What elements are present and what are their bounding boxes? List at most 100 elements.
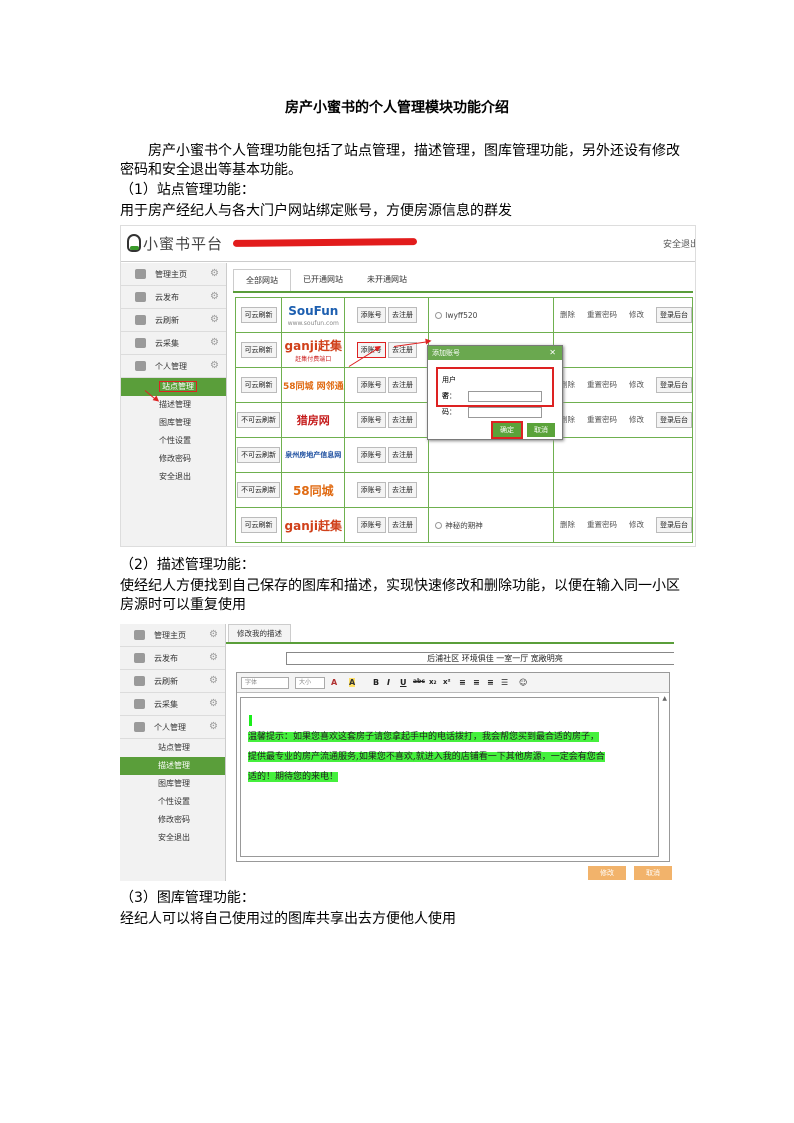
register-button[interactable]: 去注册 bbox=[388, 412, 418, 428]
reset-password-link[interactable]: 重置密码 bbox=[587, 380, 617, 389]
sidebar-item-home[interactable]: 管理主页 ⚙ bbox=[120, 624, 225, 647]
site-logo: 猎房网 bbox=[296, 414, 330, 427]
sidebar-sub-personal[interactable]: 个性设置 bbox=[120, 793, 225, 811]
login-backend-button[interactable]: 登录后台 bbox=[655, 517, 692, 533]
site-logo: SouFun bbox=[288, 303, 339, 318]
cancel-button[interactable]: 取消 bbox=[634, 866, 672, 880]
sidebar-item-collect[interactable]: 云采集 ⚙ bbox=[120, 693, 225, 716]
sidebar-sub-password[interactable]: 修改密码 bbox=[121, 450, 226, 468]
register-button[interactable]: 去注册 bbox=[388, 447, 418, 463]
sidebar-item-publish[interactable]: 云发布 ⚙ bbox=[121, 286, 226, 309]
add-account-button[interactable]: 添账号 bbox=[356, 517, 386, 533]
share-icon bbox=[134, 653, 145, 663]
bold-icon[interactable]: B bbox=[373, 678, 379, 687]
delete-link[interactable]: 删除 bbox=[560, 520, 575, 529]
register-button[interactable]: 去注册 bbox=[388, 482, 418, 498]
tab-unopened-sites[interactable]: 未开通网站 bbox=[355, 269, 419, 291]
align-right-icon[interactable]: ≡ bbox=[487, 678, 494, 687]
login-backend-button[interactable]: 登录后台 bbox=[655, 412, 692, 428]
login-backend-button[interactable]: 登录后台 bbox=[655, 307, 692, 323]
list-icon[interactable]: ☰ bbox=[501, 678, 508, 687]
reset-password-link[interactable]: 重置密码 bbox=[587, 520, 617, 529]
refresh-status-button[interactable]: 可云刷新 bbox=[240, 307, 277, 323]
sidebar-item-collect[interactable]: 云采集 ⚙ bbox=[121, 332, 226, 355]
refresh-status-button[interactable]: 不可云刷新 bbox=[237, 447, 281, 463]
sidebar-sub-desc[interactable]: 描述管理 bbox=[120, 757, 225, 775]
delete-link[interactable]: 删除 bbox=[560, 310, 575, 319]
sidebar-sub-password[interactable]: 修改密码 bbox=[120, 811, 225, 829]
refresh-status-button[interactable]: 可云刷新 bbox=[240, 517, 277, 533]
site-logo: 58同城 bbox=[292, 483, 334, 498]
reset-password-link[interactable]: 重置密码 bbox=[587, 310, 617, 319]
sidebar-sub-gallery[interactable]: 图库管理 bbox=[121, 414, 226, 432]
logout-link[interactable]: 安全退出 bbox=[663, 237, 695, 250]
home-icon bbox=[134, 630, 145, 640]
add-account-button[interactable]: 添账号 bbox=[356, 342, 386, 358]
add-account-button[interactable]: 添账号 bbox=[356, 307, 386, 323]
text-color-icon[interactable]: A bbox=[331, 678, 337, 687]
sidebar-item-personal[interactable]: 个人管理 ⚙ bbox=[120, 716, 225, 739]
close-icon[interactable]: ✕ bbox=[549, 346, 556, 360]
sidebar-item-personal[interactable]: 个人管理 ⚙ bbox=[121, 355, 226, 378]
sidebar: 管理主页 ⚙ 云发布 ⚙ 云刷新 ⚙ 云采集 ⚙ 个人管理 ⚙ 站点管理 描述管理 图库管… bbox=[121, 263, 227, 546]
tab-edit-description[interactable]: 修改我的描述 bbox=[228, 624, 291, 642]
login-backend-button[interactable]: 登录后台 bbox=[655, 377, 692, 393]
edit-link[interactable]: 修改 bbox=[629, 310, 644, 319]
confirm-button[interactable]: 确定 bbox=[491, 421, 523, 439]
size-select[interactable]: 大小 bbox=[295, 677, 325, 689]
home-icon bbox=[135, 269, 146, 279]
scroll-up-icon[interactable]: ▲ bbox=[662, 695, 667, 702]
table-row: 不可云刷新 58同城 添账号 去注册 bbox=[234, 472, 694, 508]
description-management-screenshot: 管理主页 ⚙ 云发布 ⚙ 云刷新 ⚙ 云采集 ⚙ 个人管理 ⚙ 站点管理 描述管理 图库管… bbox=[120, 624, 674, 881]
reset-password-link[interactable]: 重置密码 bbox=[587, 415, 617, 424]
edit-link[interactable]: 修改 bbox=[629, 415, 644, 424]
register-button[interactable]: 去注册 bbox=[388, 377, 418, 393]
radio-icon[interactable] bbox=[435, 311, 443, 319]
modify-button[interactable]: 修改 bbox=[588, 866, 626, 880]
description-title-input[interactable]: 后浦社区 环境俱佳 一室一厅 宽敞明亮 bbox=[286, 652, 674, 665]
password-field[interactable] bbox=[468, 406, 542, 418]
underline-icon[interactable]: U bbox=[400, 678, 407, 687]
sidebar-sub-site[interactable]: 站点管理 bbox=[121, 378, 226, 396]
align-center-icon[interactable]: ≡ bbox=[473, 678, 480, 687]
sidebar-sub-logout[interactable]: 安全退出 bbox=[120, 829, 225, 847]
edit-link[interactable]: 修改 bbox=[629, 380, 644, 389]
dialog-form: 用户名： 密 码： bbox=[436, 367, 554, 418]
register-button[interactable]: 去注册 bbox=[388, 307, 418, 323]
refresh-status-button[interactable]: 可云刷新 bbox=[240, 342, 277, 358]
app-header: 小蜜书平台 安全退出 bbox=[121, 226, 695, 262]
tab-all-sites[interactable]: 全部网站 bbox=[233, 269, 291, 291]
refresh-status-button[interactable]: 不可云刷新 bbox=[237, 482, 281, 498]
register-button[interactable]: 去注册 bbox=[388, 517, 418, 533]
sidebar-sub-site[interactable]: 站点管理 bbox=[120, 739, 225, 757]
highlight-icon[interactable]: A bbox=[349, 678, 356, 687]
superscript-icon[interactable]: x² bbox=[443, 678, 451, 686]
radio-icon[interactable] bbox=[435, 521, 443, 529]
tab-open-sites[interactable]: 已开通网站 bbox=[291, 269, 355, 291]
align-left-icon[interactable]: ≡ bbox=[459, 678, 466, 687]
refresh-status-button[interactable]: 不可云刷新 bbox=[237, 412, 281, 428]
sidebar-sub-gallery[interactable]: 图库管理 bbox=[120, 775, 225, 793]
sidebar-sub-desc[interactable]: 描述管理 bbox=[121, 396, 226, 414]
subscript-icon[interactable]: x₂ bbox=[429, 678, 437, 686]
gear-icon: ⚙ bbox=[210, 360, 219, 371]
sidebar-sub-personal[interactable]: 个性设置 bbox=[121, 432, 226, 450]
add-account-button[interactable]: 添账号 bbox=[356, 412, 386, 428]
refresh-status-button[interactable]: 可云刷新 bbox=[240, 377, 277, 393]
sidebar-sub-logout[interactable]: 安全退出 bbox=[121, 468, 226, 486]
strikethrough-icon[interactable]: abc bbox=[413, 678, 425, 685]
italic-icon[interactable]: I bbox=[387, 678, 390, 687]
add-account-button[interactable]: 添账号 bbox=[356, 377, 386, 393]
sidebar-item-home[interactable]: 管理主页 ⚙ bbox=[121, 263, 226, 286]
emoticon-icon[interactable]: ☺ bbox=[519, 678, 527, 687]
cancel-button[interactable]: 取消 bbox=[527, 423, 555, 437]
add-account-button[interactable]: 添账号 bbox=[356, 482, 386, 498]
editor-content[interactable]: 温馨提示：如果您喜欢这套房子请您拿起手中的电话拨打，我会帮您买到最合适的房子， … bbox=[240, 697, 659, 857]
add-account-button[interactable]: 添账号 bbox=[356, 447, 386, 463]
sidebar-item-refresh[interactable]: 云刷新 ⚙ bbox=[120, 670, 225, 693]
content-line: 适的！期待您的来电！ bbox=[248, 772, 339, 782]
font-select[interactable]: 字体 bbox=[241, 677, 289, 689]
sidebar-item-publish[interactable]: 云发布 ⚙ bbox=[120, 647, 225, 670]
edit-link[interactable]: 修改 bbox=[629, 520, 644, 529]
sidebar-item-refresh[interactable]: 云刷新 ⚙ bbox=[121, 309, 226, 332]
